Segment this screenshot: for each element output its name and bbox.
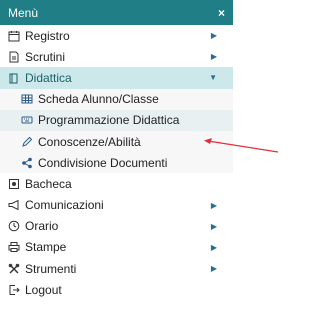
chevron-right-icon: ▶ xyxy=(210,200,217,210)
clock-icon xyxy=(7,219,21,233)
menu-item-orario[interactable]: Orario ▶ xyxy=(0,216,233,237)
menu-item-label: Comunicazioni xyxy=(25,198,104,213)
chevron-down-icon: ▼ xyxy=(209,73,217,83)
logout-icon xyxy=(7,283,21,297)
menu-item-label: Conoscenze/Abilità xyxy=(38,134,141,149)
bulletin-icon xyxy=(7,177,21,191)
menu-item-label: Condivisione Documenti xyxy=(38,155,168,170)
chevron-right-icon: ▶ xyxy=(210,264,217,274)
chevron-right-icon: ▶ xyxy=(210,242,217,252)
menu-item-registro[interactable]: Registro ▶ xyxy=(0,25,233,46)
pencil-icon xyxy=(20,135,34,149)
share-icon xyxy=(20,156,34,170)
menu-item-label: Orario xyxy=(25,219,59,234)
menu-header: Menù × xyxy=(0,0,233,25)
megaphone-icon xyxy=(7,198,21,212)
chevron-right-icon: ▶ xyxy=(210,52,217,62)
tools-icon xyxy=(7,262,21,276)
menu-item-label: Strumenti xyxy=(25,261,77,276)
printer-icon xyxy=(7,240,21,254)
table-icon xyxy=(20,92,34,106)
menu-item-didattica[interactable]: Didattica ▼ xyxy=(0,67,233,89)
calendar-icon xyxy=(7,29,21,43)
keyboard-icon xyxy=(20,113,34,127)
menu-item-strumenti[interactable]: Strumenti ▶ xyxy=(0,258,233,279)
menu-item-scrutini[interactable]: Scrutini ▶ xyxy=(0,46,233,67)
chevron-right-icon: ▶ xyxy=(210,221,217,231)
submenu-item-condivisione-documenti[interactable]: Condivisione Documenti xyxy=(0,152,233,174)
menu-item-label: Didattica xyxy=(25,70,72,85)
submenu-item-scheda-alunno-classe[interactable]: Scheda Alunno/Classe xyxy=(0,88,233,110)
menu-item-bacheca[interactable]: Bacheca xyxy=(0,173,233,194)
menu-item-stampe[interactable]: Stampe ▶ xyxy=(0,237,233,258)
document-icon xyxy=(7,50,21,64)
submenu-item-programmazione-didattica[interactable]: Programmazione Didattica xyxy=(0,109,233,131)
submenu-item-conoscenze-abilita[interactable]: Conoscenze/Abilità xyxy=(0,130,233,153)
menu-item-label: Logout xyxy=(25,282,62,297)
menu-item-logout[interactable]: Logout xyxy=(0,279,233,300)
menu-item-comunicazioni[interactable]: Comunicazioni ▶ xyxy=(0,195,233,216)
close-icon[interactable]: × xyxy=(218,6,225,20)
menu-item-label: Bacheca xyxy=(25,176,72,191)
menu-item-label: Scrutini xyxy=(25,49,66,64)
menu-item-label: Programmazione Didattica xyxy=(38,113,180,128)
side-menu: Menù × Registro ▶ Scrutini ▶ Didattica ▼… xyxy=(0,0,233,331)
menu-item-label: Stampe xyxy=(25,240,67,255)
menu-item-label: Registro xyxy=(25,28,70,43)
chevron-right-icon: ▶ xyxy=(210,31,217,41)
book-icon xyxy=(7,71,21,85)
menu-item-label: Scheda Alunno/Classe xyxy=(38,92,159,107)
menu-title: Menù xyxy=(8,5,39,20)
